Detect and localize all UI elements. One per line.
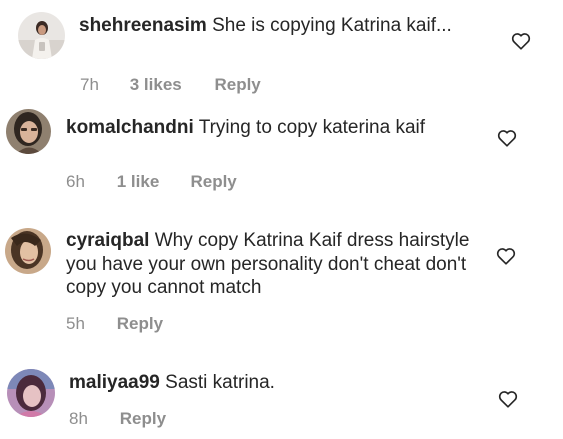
comment-meta: 7h 3 likes Reply xyxy=(80,75,261,95)
reply-button[interactable]: Reply xyxy=(190,172,236,192)
comment-text: cyraiqbal Why copy Katrina Kaif dress ha… xyxy=(66,229,476,300)
comment-username[interactable]: maliyaa99 xyxy=(69,372,160,393)
comment-username[interactable]: komalchandni xyxy=(66,117,194,138)
likes-count[interactable]: 3 likes xyxy=(130,75,210,95)
comment-item: cyraiqbal Why copy Katrina Kaif dress ha… xyxy=(0,200,563,345)
comment-text: shehreenasim She is copying Katrina kaif… xyxy=(79,14,479,38)
avatar-photo-icon xyxy=(18,12,65,59)
comment-text: komalchandni Trying to copy katerina kai… xyxy=(66,116,466,140)
comment-meta: 5h Reply xyxy=(66,314,163,334)
avatar-photo-icon xyxy=(6,109,51,154)
like-heart-icon[interactable] xyxy=(511,32,531,50)
comment-meta: 8h Reply xyxy=(69,409,166,429)
avatar-photo-icon xyxy=(5,228,51,274)
like-heart-icon[interactable] xyxy=(498,390,518,408)
comment-item: shehreenasim She is copying Katrina kaif… xyxy=(0,0,563,105)
comment-meta: 6h 1 like Reply xyxy=(66,172,237,192)
comment-body: Trying to copy katerina kaif xyxy=(198,117,426,138)
avatar[interactable] xyxy=(6,109,51,154)
comment-username[interactable]: shehreenasim xyxy=(79,15,207,36)
comment-timestamp: 5h xyxy=(66,314,85,333)
comment-body: She is copying Katrina kaif... xyxy=(212,15,452,36)
reply-button[interactable]: Reply xyxy=(117,314,163,334)
comment-timestamp: 7h xyxy=(80,75,99,94)
avatar[interactable] xyxy=(18,12,65,59)
like-heart-icon[interactable] xyxy=(497,129,517,147)
avatar-photo-icon xyxy=(7,369,55,417)
comment-username[interactable]: cyraiqbal xyxy=(66,230,149,251)
comment-body: Sasti katrina. xyxy=(165,372,275,393)
comment-timestamp: 8h xyxy=(69,409,88,428)
likes-count[interactable]: 1 like xyxy=(117,172,186,192)
reply-button[interactable]: Reply xyxy=(120,409,166,429)
comment-timestamp: 6h xyxy=(66,172,85,191)
reply-button[interactable]: Reply xyxy=(214,75,260,95)
comment-item: maliyaa99 Sasti katrina. 8h Reply xyxy=(0,345,563,439)
comment-text: maliyaa99 Sasti katrina. xyxy=(69,371,469,395)
avatar[interactable] xyxy=(7,369,55,417)
comment-item: komalchandni Trying to copy katerina kai… xyxy=(0,105,563,200)
like-heart-icon[interactable] xyxy=(496,247,516,265)
avatar[interactable] xyxy=(5,228,51,274)
